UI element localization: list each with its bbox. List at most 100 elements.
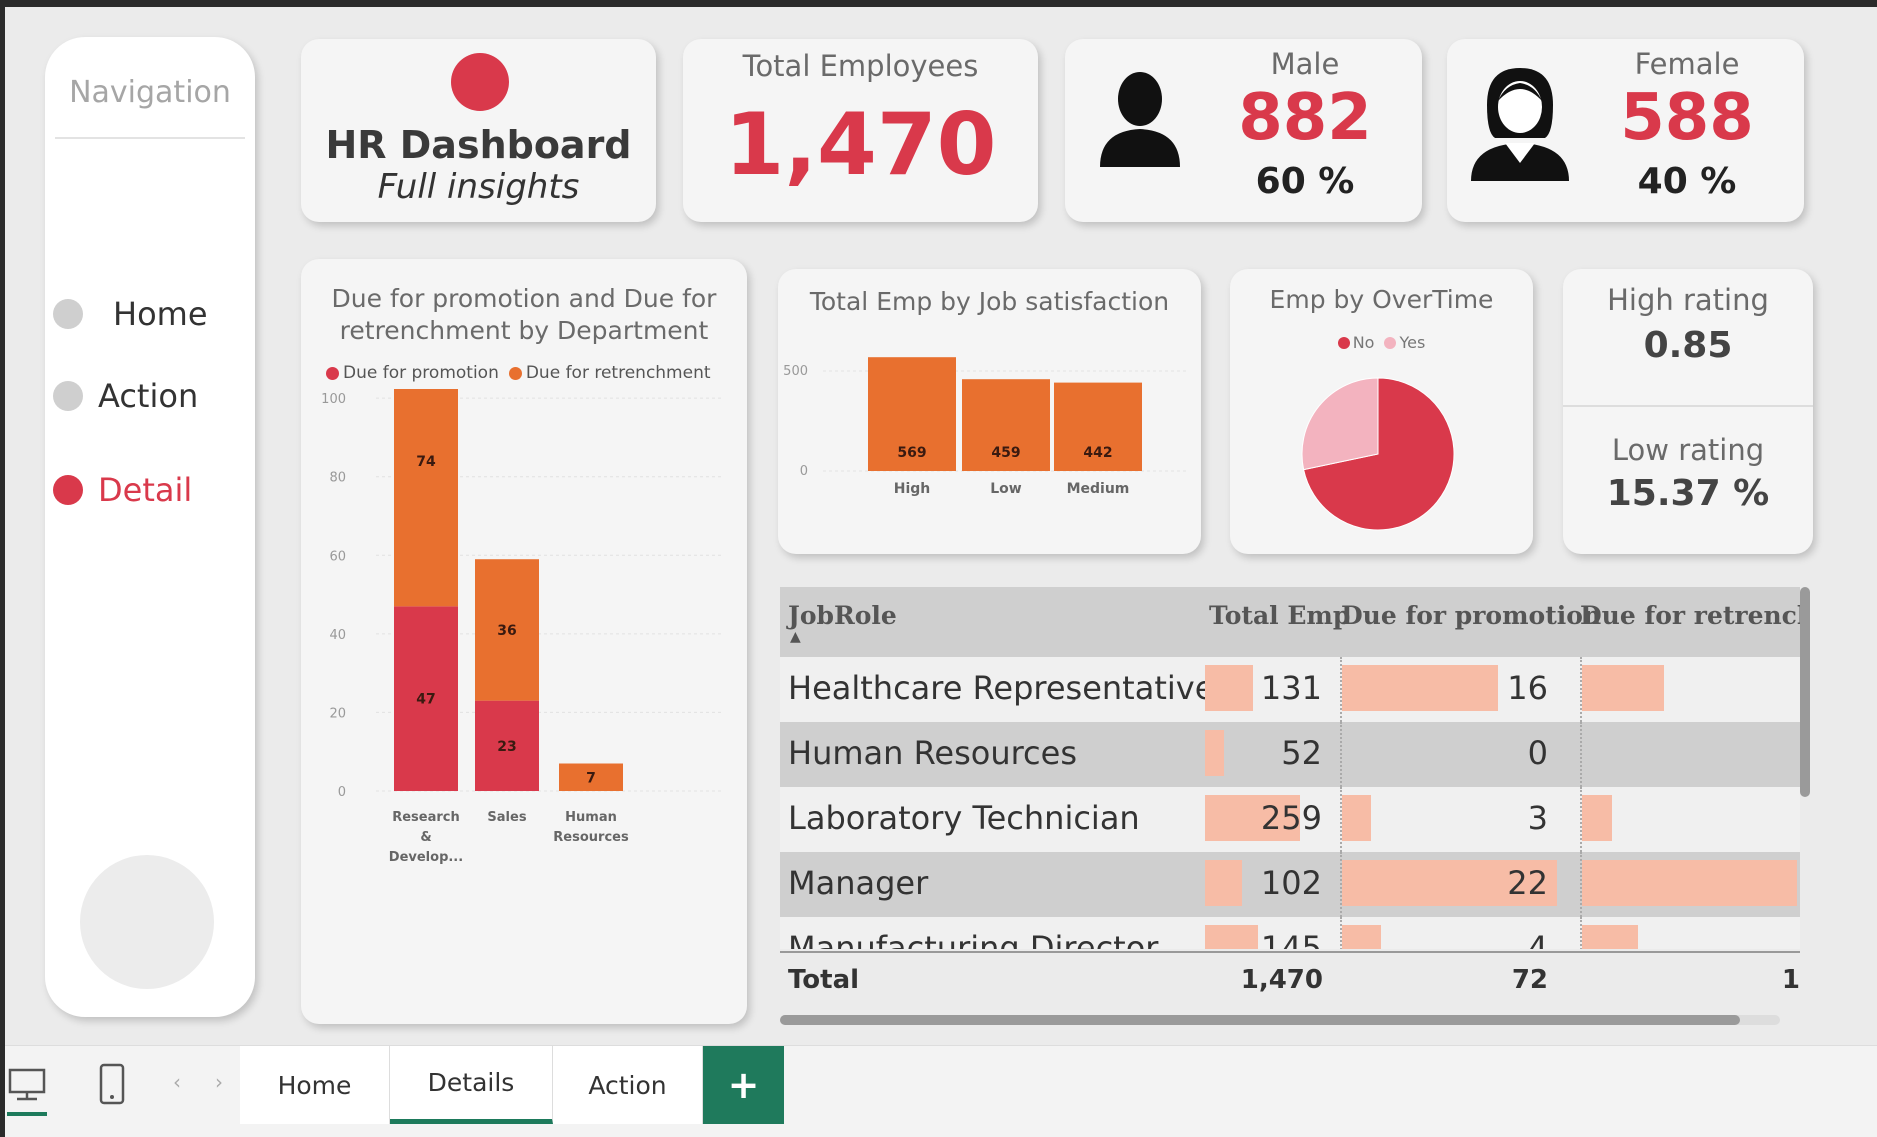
header-due-promotion[interactable]: Due for promotion <box>1341 601 1601 630</box>
cell-jobrole: Human Resources <box>788 734 1077 772</box>
legend-yes-swatch <box>1384 336 1397 349</box>
legend-retrenchment-label: Due for retrenchment <box>525 363 711 383</box>
data-label: 459 <box>991 445 1020 461</box>
cell-jobrole: Manufacturing Director <box>788 929 1159 949</box>
cell-jobrole: Manager <box>788 864 929 902</box>
data-label: 36 <box>497 623 516 639</box>
nav-dot-icon <box>53 475 83 505</box>
y-tick-label: 60 <box>329 549 346 564</box>
department-stacked-bar-chart: 0204060801001201404774Research&Develop..… <box>321 389 721 865</box>
male-label: Male <box>1270 47 1340 81</box>
female-percentage: 40 % <box>1637 161 1737 202</box>
high-rating-value: 0.85 <box>1643 325 1733 366</box>
ratings-card: High rating 0.85 Low rating 15.37 % <box>1563 269 1813 554</box>
previous-page-icon[interactable]: ‹ <box>173 1070 181 1094</box>
data-label: 47 <box>416 692 435 708</box>
x-tick-label: Research <box>392 810 460 825</box>
nav-item-label: Detail <box>98 471 193 509</box>
column-divider <box>1580 787 1582 852</box>
column-divider <box>1340 787 1342 852</box>
data-label: 74 <box>416 454 436 470</box>
cell-jobrole: Laboratory Technician <box>788 799 1140 837</box>
x-tick-label: Develop... <box>389 850 463 865</box>
cell-due-promotion: 4 <box>1527 929 1548 949</box>
header-due-retrenchment[interactable]: Due for retrenchm <box>1580 601 1810 630</box>
table-row[interactable]: Laboratory Technician 259 3 <box>780 787 1800 852</box>
desktop-layout-icon[interactable] <box>7 1066 47 1106</box>
y-tick-label: 20 <box>329 706 346 721</box>
tab-details[interactable]: Details <box>390 1046 553 1124</box>
tab-action[interactable]: Action <box>553 1046 703 1124</box>
cell-total-emp: 145 <box>1260 929 1322 949</box>
table-row[interactable]: Manufacturing Director 145 4 <box>780 917 1800 949</box>
female-value: 588 <box>1620 81 1754 155</box>
total-employees-card: Total Employees 1,470 <box>683 39 1038 222</box>
horizontal-scrollbar[interactable] <box>780 1015 1780 1025</box>
data-label: 442 <box>1083 445 1112 461</box>
department-chart-legend: Due for promotion Due for retrenchment <box>326 363 711 383</box>
y-tick-label: 0 <box>800 464 808 479</box>
active-layout-indicator <box>7 1112 47 1116</box>
navigation-title: Navigation <box>69 75 231 110</box>
table-row[interactable]: Human Resources 52 0 <box>780 722 1800 787</box>
add-page-button[interactable]: + <box>703 1046 784 1124</box>
data-label: 23 <box>497 739 516 755</box>
dashboard-title: HR Dashboard <box>325 123 632 167</box>
overtime-card: Emp by OverTime No Yes <box>1230 269 1533 554</box>
retrenchment-bar <box>1582 925 1638 949</box>
male-percentage: 60 % <box>1255 161 1355 202</box>
logo-circle-icon <box>451 53 509 111</box>
pie-slice <box>1301 377 1379 471</box>
cell-jobrole: Healthcare Representative <box>788 669 1215 707</box>
sort-ascending-icon[interactable]: ▲ <box>790 629 801 645</box>
title-card: HR Dashboard Full insights <box>301 39 656 222</box>
x-tick-label: Low <box>990 481 1022 497</box>
nav-item-label: Action <box>98 377 199 415</box>
nav-dot-icon <box>53 299 83 329</box>
nav-circle-button[interactable] <box>80 855 214 989</box>
y-tick-label: 40 <box>329 628 346 643</box>
header-jobrole[interactable]: JobRole <box>788 601 897 630</box>
page-tab-bar: ‹ › Home Details Action + <box>5 1045 1877 1137</box>
column-divider <box>1580 917 1582 949</box>
male-user-icon <box>1100 72 1180 167</box>
nav-item-action[interactable]: Action <box>53 377 198 415</box>
table-row[interactable]: Healthcare Representative 131 16 <box>780 657 1800 722</box>
vertical-scrollbar[interactable] <box>1800 587 1810 797</box>
y-tick-label: 100 <box>321 392 346 407</box>
low-rating-value: 15.37 % <box>1606 473 1770 514</box>
nav-item-detail[interactable]: Detail <box>53 471 192 509</box>
table-row[interactable]: Manager 102 22 <box>780 852 1800 917</box>
legend-promotion-label: Due for promotion <box>343 363 499 383</box>
retrenchment-bar <box>1582 665 1664 711</box>
overtime-pie-chart <box>1301 377 1455 531</box>
legend-no-swatch <box>1337 336 1350 349</box>
horizontal-scroll-thumb[interactable] <box>780 1015 1740 1025</box>
column-divider <box>1580 852 1582 917</box>
cell-total-emp: 52 <box>1281 734 1322 772</box>
female-card: Female 588 40 % <box>1447 39 1804 222</box>
tab-home[interactable]: Home <box>240 1046 390 1124</box>
navigation-panel: Navigation Home Action Detail <box>45 37 255 1017</box>
legend-retrenchment-swatch <box>508 366 522 380</box>
high-rating-label: High rating <box>1607 283 1769 317</box>
x-tick-label: High <box>894 481 931 497</box>
mobile-layout-icon[interactable] <box>97 1062 127 1106</box>
bar-segment <box>394 389 458 607</box>
header-total-emp[interactable]: Total Emp <box>1209 601 1350 630</box>
next-page-icon[interactable]: › <box>215 1070 223 1094</box>
total-emp-value: 1,470 <box>1240 965 1323 995</box>
job-satisfaction-bar-chart: 0 500 569 High 459 Low 442 Medium <box>783 357 1188 497</box>
nav-item-home[interactable]: Home <box>53 295 208 333</box>
x-tick-label: & <box>420 830 431 845</box>
cell-due-promotion: 16 <box>1507 669 1548 707</box>
cell-total-emp: 259 <box>1260 799 1322 837</box>
male-card: Male 882 60 % <box>1065 39 1422 222</box>
job-satisfaction-card: Total Emp by Job satisfaction 0 500 569 Hig… <box>778 269 1201 554</box>
x-tick-label: Sales <box>487 810 526 825</box>
x-tick-label: Human <box>565 810 617 825</box>
overtime-title: Emp by OverTime <box>1269 285 1494 314</box>
dashboard-subtitle: Full insights <box>377 167 580 207</box>
column-divider <box>1340 917 1342 949</box>
navigation-divider <box>55 137 245 139</box>
